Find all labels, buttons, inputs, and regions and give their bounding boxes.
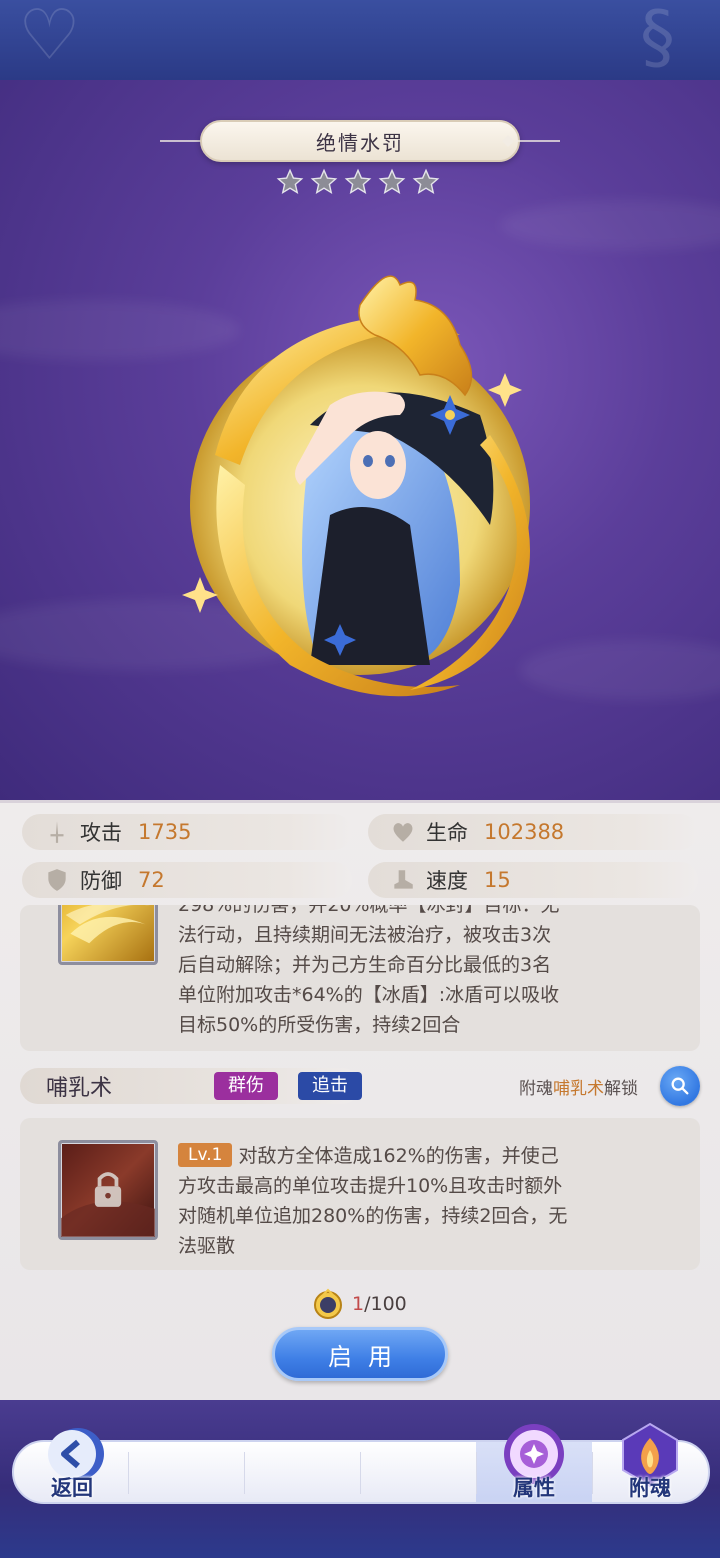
skill-2-name: 哺乳术: [46, 1076, 113, 1101]
search-icon: [671, 1077, 689, 1095]
lock-icon: [61, 1172, 155, 1237]
skill-1-icon[interactable]: [58, 905, 158, 965]
skill-card-2: Lv.1 对敌方全体造成162%的伤害，并使己 方攻击最高的单位攻击提升10%且攻…: [20, 1118, 700, 1270]
skin-title: 绝情水罚: [316, 130, 404, 155]
soul-token-icon: [314, 1288, 342, 1319]
sword-icon: [50, 821, 64, 843]
unlock-hint: 附魂哺乳术解锁: [519, 1079, 638, 1099]
stat-defense-label: 防御: [80, 869, 122, 893]
stat-attack-value: 1735: [138, 820, 192, 844]
star-icon: [378, 168, 406, 194]
skill-level-badge: Lv.1: [178, 1143, 233, 1167]
hero-area: 绝情水罚: [0, 80, 720, 800]
top-banner: ♡ §: [0, 0, 720, 80]
nav-back[interactable]: 返回: [30, 1418, 114, 1508]
star-icon: [276, 168, 304, 194]
stat-hp: 生命 102388: [368, 814, 698, 850]
stat-speed-label: 速度: [426, 869, 468, 893]
search-button[interactable]: [660, 1066, 700, 1106]
skill-1-description: 298%的伤害，并20%概率【冰封】目标：无 法行动，且持续期间无法被治疗，被攻…: [178, 905, 560, 1036]
cost-indicator: 1/100: [312, 1288, 407, 1320]
star-icon: [412, 168, 440, 194]
tag-aoe: 群伤: [214, 1072, 278, 1100]
nav-attributes[interactable]: 属性: [492, 1418, 576, 1508]
enable-button[interactable]: 启用: [272, 1327, 448, 1381]
skill-2-description: Lv.1 对敌方全体造成162%的伤害，并使己 方攻击最高的单位攻击提升10%且攻…: [178, 1143, 568, 1257]
skill-2-icon[interactable]: [58, 1140, 158, 1240]
star-icon: [310, 168, 338, 194]
stat-attack: 攻击 1735: [22, 814, 352, 850]
cost-total: /100: [364, 1293, 407, 1315]
boot-icon: [394, 870, 413, 889]
stat-speed-value: 15: [484, 868, 511, 892]
stat-attack-label: 攻击: [80, 821, 122, 845]
swirl-icon: [65, 905, 151, 944]
cost-current: 1: [352, 1293, 365, 1315]
star-icon: [344, 168, 372, 194]
swirl-decoration: §: [640, 0, 675, 78]
character-portrait[interactable]: [160, 265, 560, 705]
star-rating: [276, 168, 446, 196]
stat-defense: 防御 72: [22, 862, 352, 898]
stat-defense-value: 72: [138, 868, 165, 892]
tag-follow-up: 追击: [298, 1072, 362, 1100]
heart-decoration: ♡: [18, 0, 81, 76]
stat-hp-label: 生命: [426, 821, 468, 845]
skill-card-1: 298%的伤害，并20%概率【冰封】目标：无 法行动，且持续期间无法被治疗，被攻…: [20, 905, 700, 1051]
heart-icon: [393, 823, 413, 842]
nav-attach-soul[interactable]: 附魂: [608, 1418, 692, 1508]
skill-2-header: 哺乳术 群伤 追击 附魂哺乳术解锁: [20, 1066, 700, 1106]
stat-hp-value: 102388: [484, 820, 565, 844]
title-wing-right-decoration: [502, 135, 560, 147]
shield-icon: [48, 869, 66, 891]
bottom-nav-bar: [12, 1440, 710, 1504]
skin-title-plate: 绝情水罚: [200, 120, 520, 162]
stat-speed: 速度 15: [368, 862, 698, 898]
